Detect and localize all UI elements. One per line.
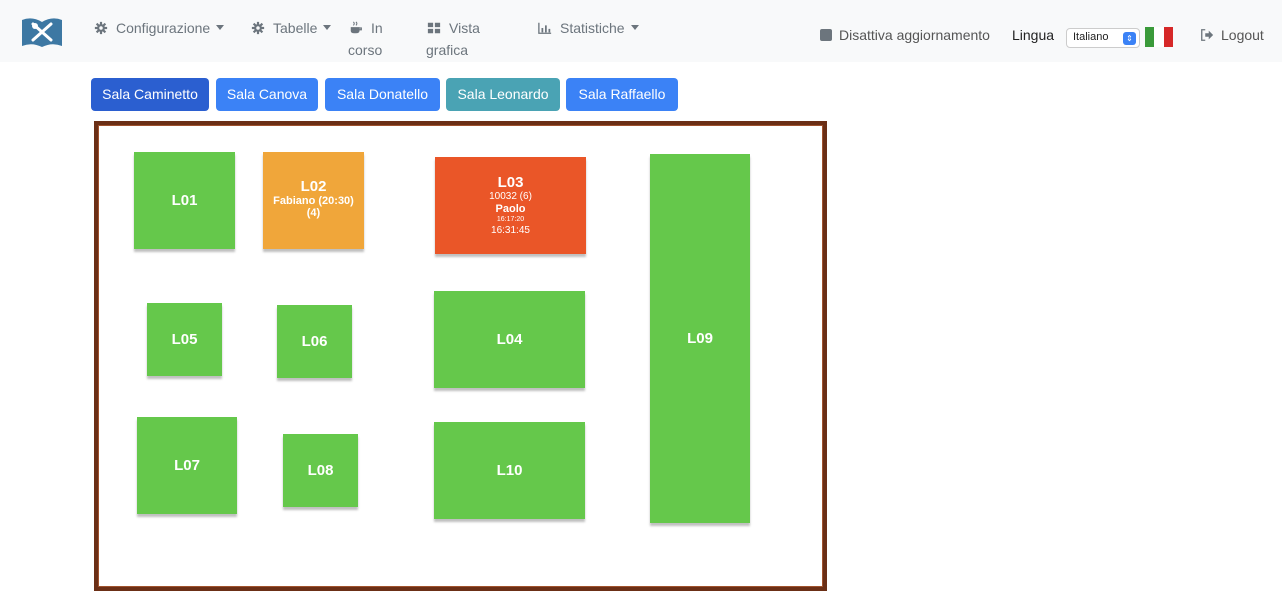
disable-refresh-toggle[interactable]: Disattiva aggiornamento — [820, 27, 990, 43]
table-L04[interactable]: L04 — [434, 291, 585, 388]
table-name: L02 — [300, 178, 327, 195]
sign-out-icon — [1201, 29, 1214, 41]
nav-tabelle-label: Tabelle — [273, 20, 318, 36]
select-arrows-icon: ⇕ — [1123, 32, 1136, 45]
tab-sala-leonardo[interactable]: Sala Leonardo — [446, 78, 560, 111]
nav-in-corso-label-2: corso — [348, 42, 383, 58]
nav-configurazione[interactable]: Configurazione — [93, 17, 225, 39]
caret-down-icon — [216, 25, 225, 30]
table-name: L03 — [497, 174, 524, 191]
tab-sala-donatello[interactable]: Sala Donatello — [325, 78, 440, 111]
tab-sala-canova[interactable]: Sala Canova — [216, 78, 318, 111]
caret-down-icon — [630, 25, 639, 30]
table-L05[interactable]: L05 — [147, 303, 222, 376]
nav-statistiche[interactable]: Statistiche — [537, 17, 639, 39]
language-label: Lingua — [1012, 27, 1055, 43]
tab-sala-caminetto[interactable]: Sala Caminetto — [91, 78, 209, 111]
table-name: L07 — [174, 457, 200, 474]
table-name: L01 — [171, 192, 198, 209]
gear-icon — [94, 21, 108, 35]
table-name: L06 — [301, 333, 328, 350]
table-L06[interactable]: L06 — [277, 305, 352, 378]
table-name: L08 — [307, 462, 334, 479]
table-name: L04 — [496, 331, 523, 348]
tab-sala-raffaello[interactable]: Sala Raffaello — [566, 78, 678, 111]
table-L07[interactable]: L07 — [137, 417, 237, 514]
grid-icon — [427, 22, 441, 34]
logout-label: Logout — [1221, 27, 1264, 43]
gear-icon — [251, 21, 265, 35]
nav-configurazione-label: Configurazione — [116, 20, 211, 36]
language-select[interactable]: Italiano ⇕ — [1066, 28, 1140, 48]
navbar: Configurazione Tabelle In corso Vista gr… — [0, 0, 1282, 62]
table-name: L09 — [687, 330, 713, 347]
table-L01[interactable]: L01 — [134, 152, 235, 249]
nav-in-corso[interactable]: In corso — [348, 17, 383, 61]
nav-vista-label-1: Vista — [449, 20, 480, 36]
table-L03[interactable]: L03 10032 (6) Paolo 16:17:20 16:31:45 — [435, 157, 586, 254]
checkbox-icon[interactable] — [820, 29, 832, 41]
table-name: L05 — [171, 331, 198, 348]
bar-chart-icon — [538, 22, 552, 34]
open-time: 16:17:20 — [496, 216, 525, 223]
reservation-name: Fabiano (20:30) — [273, 195, 354, 207]
language-select-value: Italiano — [1073, 31, 1109, 43]
table-L10[interactable]: L10 — [434, 422, 585, 519]
logout-button[interactable]: Logout — [1200, 27, 1264, 43]
nav-vista-grafica[interactable]: Vista grafica — [426, 17, 480, 61]
table-L08[interactable]: L08 — [283, 434, 358, 507]
table-L09[interactable]: L09 — [650, 154, 750, 523]
nav-vista-label-2: grafica — [426, 42, 469, 58]
table-name: L10 — [496, 462, 523, 479]
last-update-time: 16:31:45 — [491, 225, 530, 236]
coffee-icon — [350, 21, 362, 34]
caret-down-icon — [323, 25, 332, 30]
nav-statistiche-label: Statistiche — [560, 20, 625, 36]
nav-tabelle[interactable]: Tabelle — [250, 17, 332, 39]
waiter-name: Paolo — [495, 203, 526, 215]
disable-refresh-label: Disattiva aggiornamento — [839, 27, 990, 43]
nav-in-corso-label-1: In — [371, 20, 383, 36]
table-L02[interactable]: L02 Fabiano (20:30) (4) — [263, 152, 364, 249]
italy-flag-icon — [1145, 27, 1173, 47]
logo-icon[interactable] — [20, 16, 64, 48]
reservation-covers: (4) — [306, 207, 321, 219]
order-number: 10032 (6) — [489, 191, 532, 202]
